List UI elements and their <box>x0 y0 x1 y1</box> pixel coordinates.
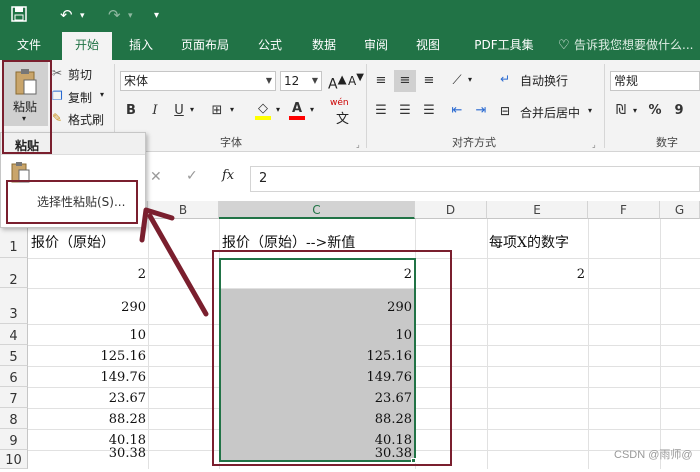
annotation-arrow <box>139 207 209 317</box>
watermark: CSDN @雨师@ <box>614 449 693 461</box>
